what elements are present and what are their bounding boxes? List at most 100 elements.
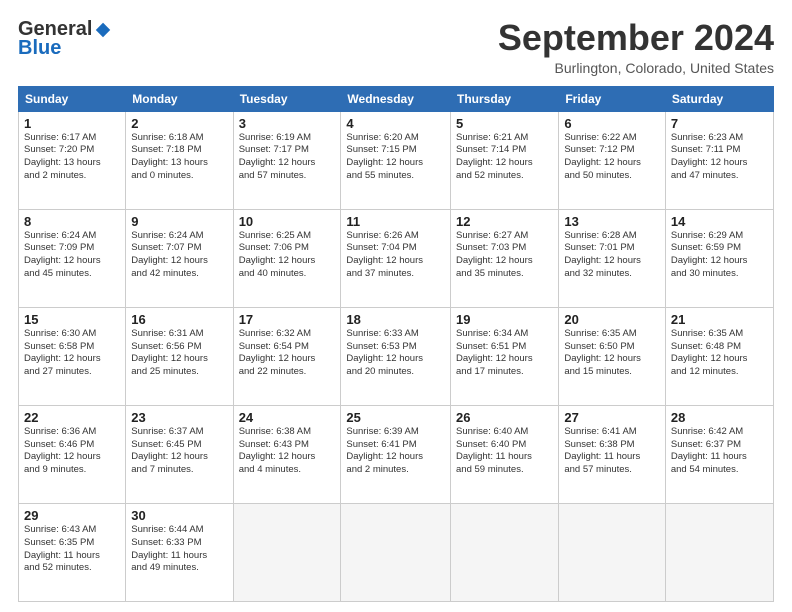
day-number: 28 <box>671 410 768 425</box>
day-number: 1 <box>24 116 120 131</box>
calendar-cell: 23Sunrise: 6:37 AMSunset: 6:45 PMDayligh… <box>126 405 233 503</box>
month-title: September 2024 <box>498 18 774 58</box>
day-info: Sunrise: 6:32 AMSunset: 6:54 PMDaylight:… <box>239 328 336 379</box>
calendar-cell: 4Sunrise: 6:20 AMSunset: 7:15 PMDaylight… <box>341 111 451 209</box>
day-number: 19 <box>456 312 553 327</box>
day-info: Sunrise: 6:23 AMSunset: 7:11 PMDaylight:… <box>671 132 768 183</box>
calendar-cell: 3Sunrise: 6:19 AMSunset: 7:17 PMDaylight… <box>233 111 341 209</box>
calendar-cell: 28Sunrise: 6:42 AMSunset: 6:37 PMDayligh… <box>665 405 773 503</box>
day-info: Sunrise: 6:42 AMSunset: 6:37 PMDaylight:… <box>671 426 768 477</box>
day-info: Sunrise: 6:38 AMSunset: 6:43 PMDaylight:… <box>239 426 336 477</box>
header-row: Sunday Monday Tuesday Wednesday Thursday… <box>19 86 774 111</box>
day-number: 29 <box>24 508 120 523</box>
calendar-cell: 25Sunrise: 6:39 AMSunset: 6:41 PMDayligh… <box>341 405 451 503</box>
day-info: Sunrise: 6:35 AMSunset: 6:48 PMDaylight:… <box>671 328 768 379</box>
day-number: 30 <box>131 508 227 523</box>
day-info: Sunrise: 6:36 AMSunset: 6:46 PMDaylight:… <box>24 426 120 477</box>
day-number: 4 <box>346 116 445 131</box>
logo-blue: Blue <box>18 37 61 60</box>
day-info: Sunrise: 6:20 AMSunset: 7:15 PMDaylight:… <box>346 132 445 183</box>
day-info: Sunrise: 6:25 AMSunset: 7:06 PMDaylight:… <box>239 230 336 281</box>
calendar-cell <box>451 503 559 601</box>
calendar-cell <box>341 503 451 601</box>
day-number: 14 <box>671 214 768 229</box>
day-info: Sunrise: 6:24 AMSunset: 7:09 PMDaylight:… <box>24 230 120 281</box>
day-info: Sunrise: 6:30 AMSunset: 6:58 PMDaylight:… <box>24 328 120 379</box>
day-number: 12 <box>456 214 553 229</box>
day-info: Sunrise: 6:39 AMSunset: 6:41 PMDaylight:… <box>346 426 445 477</box>
day-number: 11 <box>346 214 445 229</box>
logo: General Blue <box>18 18 112 60</box>
col-thursday: Thursday <box>451 86 559 111</box>
day-number: 6 <box>564 116 660 131</box>
day-info: Sunrise: 6:33 AMSunset: 6:53 PMDaylight:… <box>346 328 445 379</box>
col-friday: Friday <box>559 86 666 111</box>
calendar-table: Sunday Monday Tuesday Wednesday Thursday… <box>18 86 774 602</box>
calendar-cell: 12Sunrise: 6:27 AMSunset: 7:03 PMDayligh… <box>451 209 559 307</box>
calendar-cell <box>233 503 341 601</box>
day-info: Sunrise: 6:40 AMSunset: 6:40 PMDaylight:… <box>456 426 553 477</box>
day-number: 9 <box>131 214 227 229</box>
calendar-cell: 5Sunrise: 6:21 AMSunset: 7:14 PMDaylight… <box>451 111 559 209</box>
calendar-cell: 21Sunrise: 6:35 AMSunset: 6:48 PMDayligh… <box>665 307 773 405</box>
calendar-cell: 6Sunrise: 6:22 AMSunset: 7:12 PMDaylight… <box>559 111 666 209</box>
day-info: Sunrise: 6:22 AMSunset: 7:12 PMDaylight:… <box>564 132 660 183</box>
day-number: 10 <box>239 214 336 229</box>
day-info: Sunrise: 6:18 AMSunset: 7:18 PMDaylight:… <box>131 132 227 183</box>
header: General Blue September 2024 Burlington, … <box>18 18 774 76</box>
day-number: 5 <box>456 116 553 131</box>
day-info: Sunrise: 6:17 AMSunset: 7:20 PMDaylight:… <box>24 132 120 183</box>
day-info: Sunrise: 6:41 AMSunset: 6:38 PMDaylight:… <box>564 426 660 477</box>
calendar-cell: 19Sunrise: 6:34 AMSunset: 6:51 PMDayligh… <box>451 307 559 405</box>
day-number: 26 <box>456 410 553 425</box>
day-number: 22 <box>24 410 120 425</box>
day-number: 17 <box>239 312 336 327</box>
location: Burlington, Colorado, United States <box>498 60 774 76</box>
calendar-week-1: 1Sunrise: 6:17 AMSunset: 7:20 PMDaylight… <box>19 111 774 209</box>
calendar-cell: 7Sunrise: 6:23 AMSunset: 7:11 PMDaylight… <box>665 111 773 209</box>
calendar-cell: 8Sunrise: 6:24 AMSunset: 7:09 PMDaylight… <box>19 209 126 307</box>
day-info: Sunrise: 6:19 AMSunset: 7:17 PMDaylight:… <box>239 132 336 183</box>
calendar-cell: 9Sunrise: 6:24 AMSunset: 7:07 PMDaylight… <box>126 209 233 307</box>
calendar-cell: 22Sunrise: 6:36 AMSunset: 6:46 PMDayligh… <box>19 405 126 503</box>
day-number: 16 <box>131 312 227 327</box>
day-info: Sunrise: 6:24 AMSunset: 7:07 PMDaylight:… <box>131 230 227 281</box>
calendar-week-2: 8Sunrise: 6:24 AMSunset: 7:09 PMDaylight… <box>19 209 774 307</box>
calendar-cell: 29Sunrise: 6:43 AMSunset: 6:35 PMDayligh… <box>19 503 126 601</box>
day-info: Sunrise: 6:27 AMSunset: 7:03 PMDaylight:… <box>456 230 553 281</box>
calendar-cell <box>559 503 666 601</box>
calendar-cell: 2Sunrise: 6:18 AMSunset: 7:18 PMDaylight… <box>126 111 233 209</box>
calendar-cell <box>665 503 773 601</box>
day-number: 25 <box>346 410 445 425</box>
day-info: Sunrise: 6:34 AMSunset: 6:51 PMDaylight:… <box>456 328 553 379</box>
day-number: 23 <box>131 410 227 425</box>
day-number: 15 <box>24 312 120 327</box>
col-wednesday: Wednesday <box>341 86 451 111</box>
calendar-cell: 27Sunrise: 6:41 AMSunset: 6:38 PMDayligh… <box>559 405 666 503</box>
day-number: 27 <box>564 410 660 425</box>
day-info: Sunrise: 6:21 AMSunset: 7:14 PMDaylight:… <box>456 132 553 183</box>
calendar-cell: 30Sunrise: 6:44 AMSunset: 6:33 PMDayligh… <box>126 503 233 601</box>
day-number: 24 <box>239 410 336 425</box>
calendar-week-3: 15Sunrise: 6:30 AMSunset: 6:58 PMDayligh… <box>19 307 774 405</box>
calendar-cell: 17Sunrise: 6:32 AMSunset: 6:54 PMDayligh… <box>233 307 341 405</box>
page: General Blue September 2024 Burlington, … <box>0 0 792 612</box>
calendar-cell: 10Sunrise: 6:25 AMSunset: 7:06 PMDayligh… <box>233 209 341 307</box>
logo-icon <box>94 21 112 39</box>
day-number: 2 <box>131 116 227 131</box>
day-number: 13 <box>564 214 660 229</box>
day-number: 21 <box>671 312 768 327</box>
col-monday: Monday <box>126 86 233 111</box>
col-sunday: Sunday <box>19 86 126 111</box>
calendar-cell: 24Sunrise: 6:38 AMSunset: 6:43 PMDayligh… <box>233 405 341 503</box>
day-number: 3 <box>239 116 336 131</box>
day-info: Sunrise: 6:31 AMSunset: 6:56 PMDaylight:… <box>131 328 227 379</box>
calendar-cell: 26Sunrise: 6:40 AMSunset: 6:40 PMDayligh… <box>451 405 559 503</box>
day-info: Sunrise: 6:29 AMSunset: 6:59 PMDaylight:… <box>671 230 768 281</box>
day-info: Sunrise: 6:37 AMSunset: 6:45 PMDaylight:… <box>131 426 227 477</box>
title-block: September 2024 Burlington, Colorado, Uni… <box>498 18 774 76</box>
calendar-cell: 18Sunrise: 6:33 AMSunset: 6:53 PMDayligh… <box>341 307 451 405</box>
day-number: 18 <box>346 312 445 327</box>
day-info: Sunrise: 6:44 AMSunset: 6:33 PMDaylight:… <box>131 524 227 575</box>
calendar-cell: 13Sunrise: 6:28 AMSunset: 7:01 PMDayligh… <box>559 209 666 307</box>
